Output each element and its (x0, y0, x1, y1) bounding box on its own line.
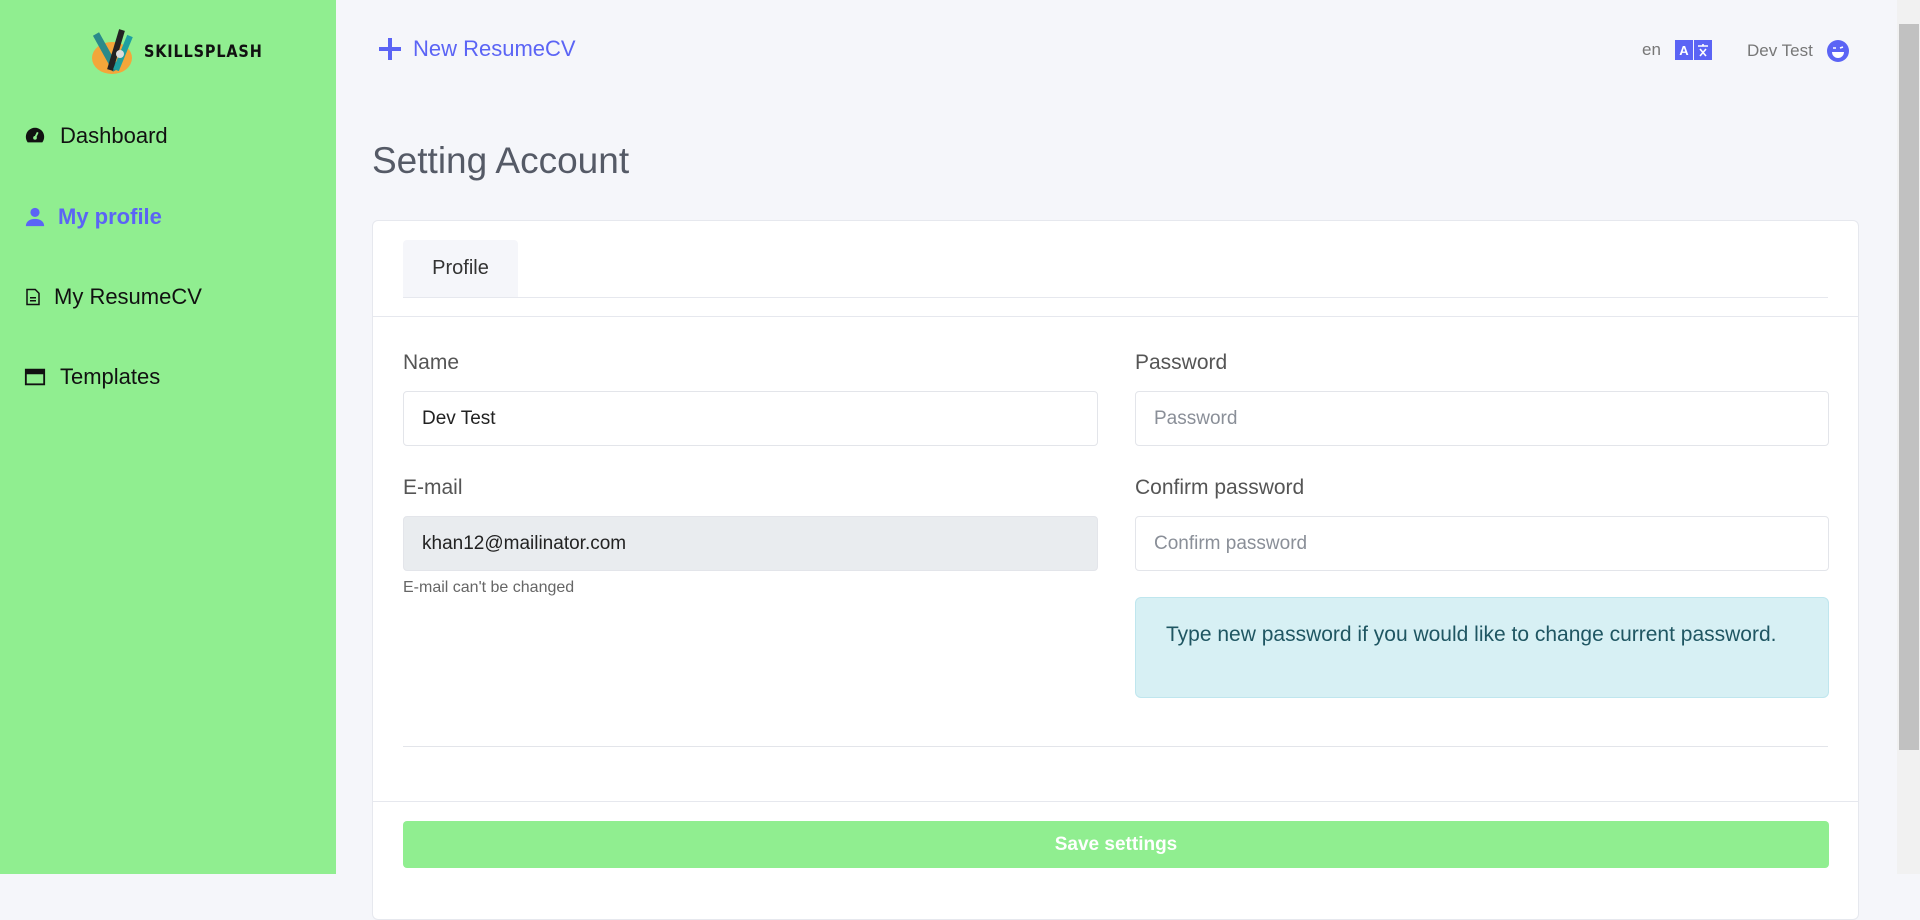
tab-profile[interactable]: Profile (403, 240, 518, 297)
page-title: Setting Account (372, 140, 630, 181)
gauge-icon (25, 127, 45, 143)
file-icon (26, 288, 40, 306)
password-input[interactable] (1135, 391, 1829, 446)
logo-text: SKILLSPLASH (144, 42, 263, 62)
divider (373, 316, 1858, 317)
password-info-alert: Type new password if you would like to c… (1135, 597, 1829, 698)
user-menu[interactable]: Dev Test (1747, 40, 1849, 62)
logo[interactable]: SKILLSPLASH (86, 26, 284, 78)
sidebar-item-my-resumecv[interactable]: My ResumeCV (24, 284, 202, 310)
divider (403, 746, 1828, 747)
language-switcher[interactable]: en A (1642, 40, 1713, 60)
scrollbar[interactable] (1897, 0, 1920, 874)
sidebar-item-label: My profile (58, 204, 162, 229)
sidebar-item-label: My ResumeCV (54, 284, 202, 309)
confirm-password-label: Confirm password (1135, 476, 1305, 499)
email-hint: E-mail can't be changed (403, 579, 575, 596)
confirm-password-input[interactable] (1135, 516, 1829, 571)
password-label: Password (1135, 351, 1228, 374)
email-input (403, 516, 1098, 571)
divider (403, 297, 1828, 298)
email-label: E-mail (403, 476, 463, 499)
sidebar-item-label: Dashboard (60, 123, 168, 148)
window-icon (24, 368, 46, 386)
save-settings-button[interactable]: Save settings (403, 821, 1829, 868)
sidebar-item-my-profile[interactable]: My profile (24, 204, 162, 230)
new-resumecv-button[interactable]: New ResumeCV (377, 36, 576, 62)
sidebar-item-dashboard[interactable]: Dashboard (24, 123, 168, 149)
sidebar-item-templates[interactable]: Templates (24, 364, 160, 390)
scrollbar-thumb[interactable] (1899, 24, 1919, 750)
language-code: en (1642, 40, 1661, 59)
logo-icon (86, 26, 138, 78)
smile-icon (1826, 40, 1849, 62)
settings-card: Profile Name E-mail E-mail can't be chan… (372, 220, 1859, 920)
name-input[interactable] (403, 391, 1098, 446)
sidebar: SKILLSPLASH Dashboard My profile My Resu… (0, 0, 336, 874)
plus-icon (379, 38, 401, 60)
name-label: Name (403, 351, 460, 374)
translate-icon: A (1674, 40, 1712, 60)
user-icon (25, 207, 45, 227)
sidebar-item-label: Templates (60, 364, 161, 389)
divider (373, 801, 1858, 802)
svg-text:A: A (1679, 43, 1689, 58)
user-name: Dev Test (1747, 41, 1813, 60)
new-resumecv-label: New ResumeCV (413, 36, 576, 61)
